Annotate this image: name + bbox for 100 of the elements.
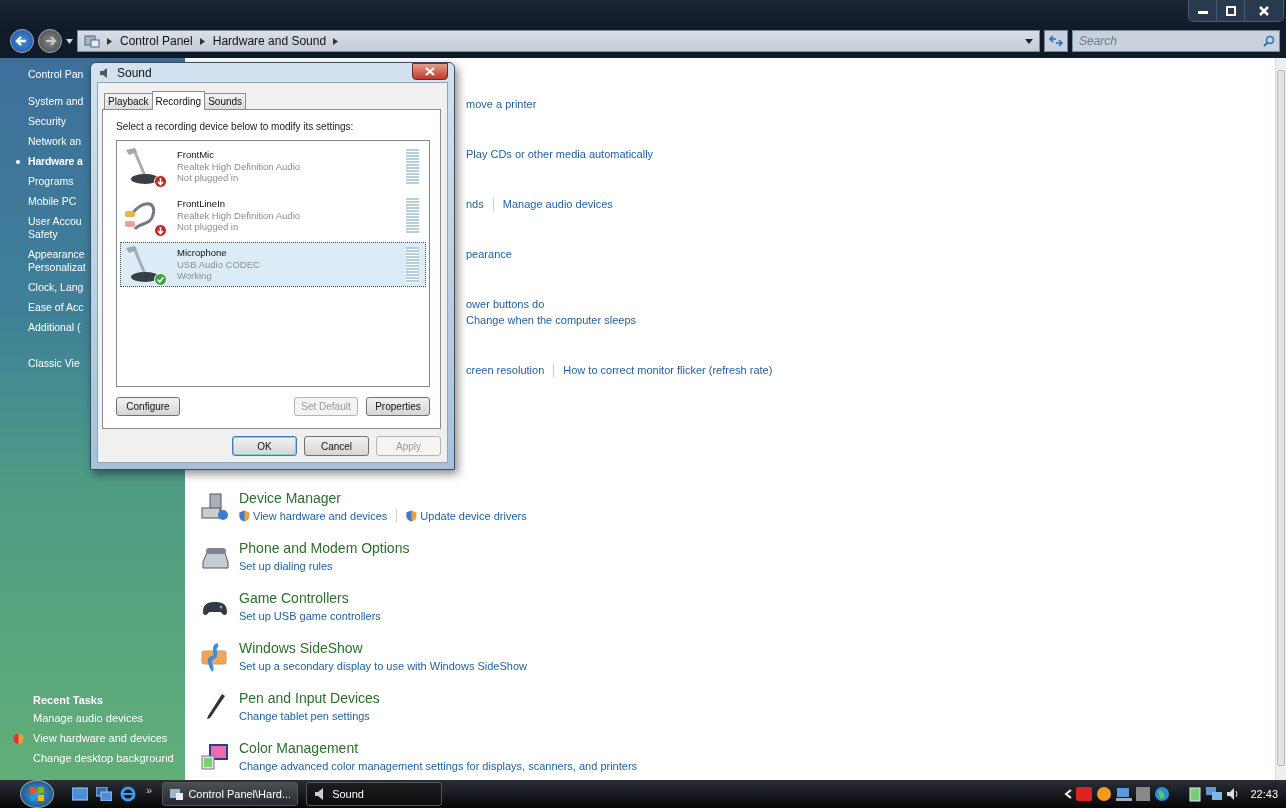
- monitor-icon: [200, 742, 230, 772]
- start-button[interactable]: [20, 780, 54, 808]
- device-name: FrontMic: [177, 149, 215, 161]
- close-icon: [1258, 4, 1270, 17]
- task-link[interactable]: View hardware and devices: [253, 509, 388, 522]
- tab[interactable]: Playback: [104, 93, 153, 109]
- sidebar-link[interactable]: System and: [28, 95, 84, 108]
- breadcrumb[interactable]: Control Panel: [120, 34, 193, 48]
- sidebar-link[interactable]: Security: [28, 115, 66, 128]
- refresh-icon: [1049, 35, 1063, 47]
- level-meter: [406, 148, 419, 185]
- network-icon[interactable]: [1206, 787, 1223, 801]
- task-link[interactable]: Manage audio devices: [502, 198, 613, 210]
- browser-icon[interactable]: [120, 786, 136, 802]
- level-meter: [406, 246, 419, 283]
- dialog-title: Sound: [117, 65, 152, 80]
- category-title[interactable]: Color Management: [239, 740, 638, 757]
- task-link[interactable]: nds: [466, 198, 484, 210]
- instruction-text: Select a recording device below to modify its settings:: [116, 121, 355, 132]
- scrollbar[interactable]: [1275, 58, 1286, 780]
- sidebar-link[interactable]: Additional (: [28, 321, 81, 334]
- more-quick-launch-button[interactable]: »: [144, 784, 155, 796]
- task-link[interactable]: Set up dialing rules: [239, 559, 333, 572]
- task-link[interactable]: creen resolution: [466, 364, 545, 376]
- dialog-button[interactable]: OK: [232, 436, 297, 456]
- volume-icon[interactable]: [1226, 787, 1241, 801]
- task-link[interactable]: ower buttons do: [466, 298, 545, 310]
- breadcrumb-arrow-icon: [333, 37, 340, 45]
- refresh-button[interactable]: [1044, 30, 1068, 52]
- windows-logo: [27, 784, 47, 804]
- dialog-button[interactable]: Properties: [366, 397, 430, 416]
- device-status: Not plugged in: [177, 172, 240, 184]
- history-caret-icon[interactable]: [66, 38, 73, 44]
- search-icon: [1263, 35, 1275, 47]
- search-field[interactable]: Search: [1072, 30, 1280, 52]
- recent-tasks-heading: Recent Tasks: [32, 694, 105, 706]
- address-bar[interactable]: Control Panel Hardware and Sound: [77, 30, 1040, 52]
- device-status: Working: [177, 270, 213, 282]
- device-driver: Realtek High Definition Audio: [177, 209, 302, 222]
- category-title[interactable]: Phone and Modem Options: [239, 540, 410, 557]
- category-title[interactable]: Game Controllers: [239, 590, 381, 607]
- device-item[interactable]: FrontMic Realtek High Definition Audio Not plugged in: [120, 144, 426, 189]
- close-button[interactable]: [1245, 0, 1283, 21]
- tray-app-icon[interactable]: [1096, 786, 1113, 802]
- computer-icon: [200, 492, 230, 522]
- task-link[interactable]: Set up USB game controllers: [239, 609, 381, 622]
- task-link[interactable]: Play CDs or other media automatically: [466, 148, 654, 160]
- device-status: Not plugged in: [177, 221, 240, 233]
- device-name: Microphone: [177, 247, 228, 259]
- dialog-button[interactable]: Cancel: [304, 436, 369, 456]
- task-link[interactable]: Change when the computer sleeps: [466, 314, 636, 326]
- breadcrumb-arrow-icon: [199, 37, 206, 45]
- dialog-button[interactable]: Configure: [116, 397, 180, 416]
- expand-tray-icon[interactable]: [1064, 789, 1073, 799]
- taskbar-button[interactable]: Control Panel\Hard...: [162, 782, 299, 806]
- network-computer-icon[interactable]: [1116, 787, 1133, 801]
- breadcrumb[interactable]: Hardware and Sound: [212, 34, 327, 48]
- scrollbar-thumb[interactable]: [1277, 70, 1285, 766]
- sidebar-link[interactable]: Hardware a: [28, 155, 83, 168]
- maximize-icon: [1224, 4, 1237, 17]
- task-link[interactable]: Update device drivers: [420, 509, 527, 522]
- device-driver: USB Audio CODEC: [177, 258, 261, 271]
- forward-button[interactable]: [38, 29, 62, 53]
- category-title[interactable]: Windows SideShow: [239, 640, 527, 657]
- task-link[interactable]: pearance: [466, 248, 512, 260]
- task-link[interactable]: Change tablet pen settings: [239, 709, 370, 722]
- dropdown-caret-icon[interactable]: [1025, 38, 1033, 44]
- category-title[interactable]: Device Manager: [239, 490, 527, 507]
- clock: 22:43: [1250, 788, 1278, 800]
- globe-icon[interactable]: [1154, 786, 1171, 802]
- taskbar-button[interactable]: Sound: [306, 782, 443, 806]
- power-icon[interactable]: [1188, 786, 1203, 802]
- control-panel-icon: [169, 787, 184, 801]
- control-panel-icon: [84, 34, 100, 48]
- tray-app-icon[interactable]: [1136, 787, 1151, 801]
- sidebar-link[interactable]: Clock, Lang: [28, 281, 84, 294]
- sidebar-link[interactable]: Appearance Personalizat: [28, 248, 86, 274]
- switch-windows-icon[interactable]: [96, 787, 112, 801]
- tab[interactable]: Recording: [151, 91, 206, 110]
- sidebar-link[interactable]: Mobile PC: [28, 195, 77, 208]
- swirl-icon: [200, 642, 230, 672]
- back-button[interactable]: [10, 29, 34, 53]
- task-link[interactable]: Set up a secondary display to use with Windows SideShow: [239, 659, 527, 672]
- device-item[interactable]: Microphone USB Audio CODEC Working: [120, 242, 426, 287]
- sidebar-link[interactable]: Ease of Acc: [28, 301, 84, 314]
- task-link[interactable]: Change advanced color management settings for displays, scanners, and printers: [239, 759, 638, 772]
- close-button[interactable]: [412, 63, 448, 80]
- tab[interactable]: Sounds: [204, 93, 247, 109]
- breadcrumb-arrow-icon: [107, 37, 113, 45]
- tray-app-icon[interactable]: [1076, 787, 1093, 801]
- task-link[interactable]: move a printer: [466, 98, 537, 110]
- minimize-button[interactable]: [1189, 0, 1217, 21]
- sidebar-link[interactable]: Programs: [28, 175, 74, 188]
- category-title[interactable]: Pen and Input Devices: [239, 690, 380, 707]
- sidebar-link[interactable]: User Accou Safety: [28, 215, 82, 241]
- device-item[interactable]: FrontLineIn Realtek High Definition Audio Not plugged in: [120, 193, 426, 238]
- maximize-button[interactable]: [1217, 0, 1245, 21]
- sidebar-link[interactable]: Network an: [28, 135, 82, 148]
- task-link[interactable]: How to correct monitor flicker (refresh rate): [563, 364, 773, 376]
- close-icon: [425, 67, 435, 76]
